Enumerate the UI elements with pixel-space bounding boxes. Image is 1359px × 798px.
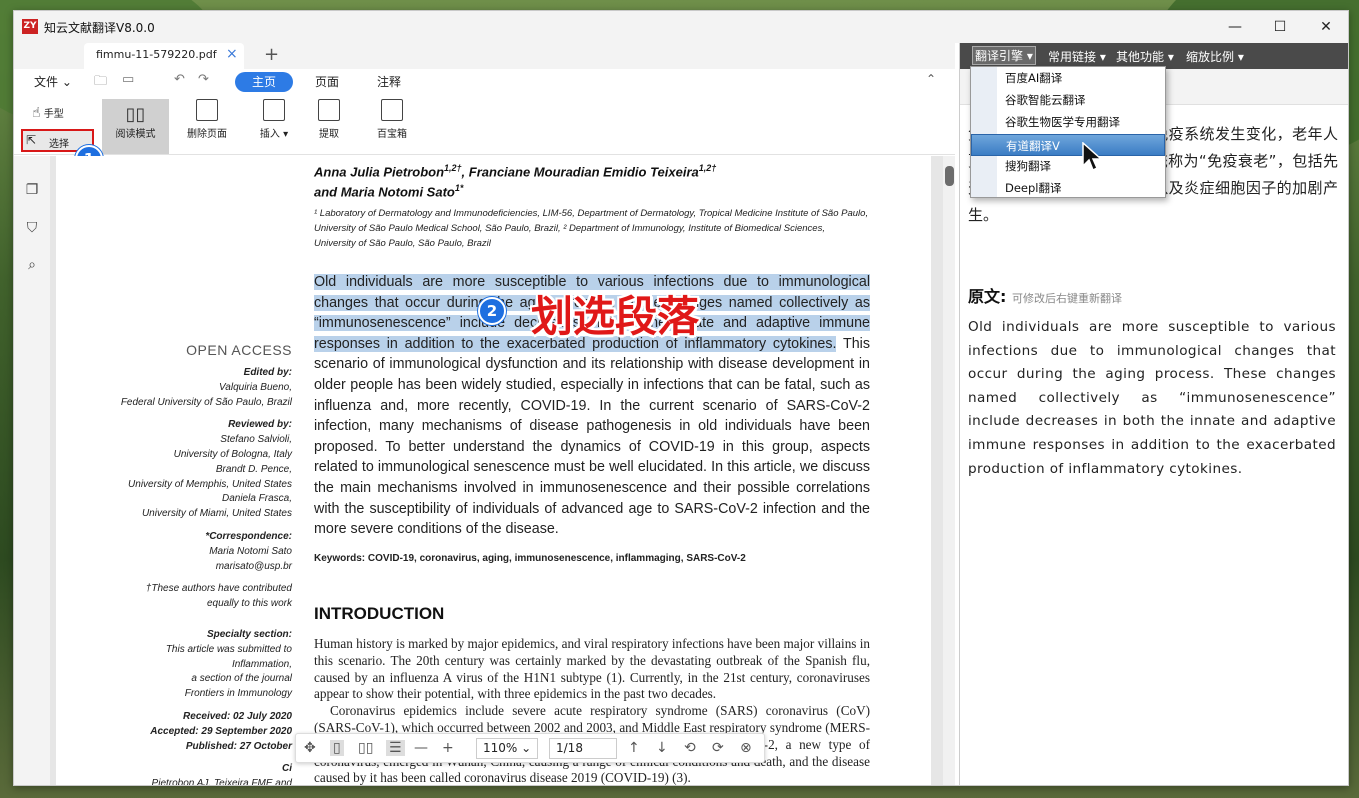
page-navigation-toolbar: ✥ ▯ ▯▯ ☰ — + 110% ⌄ 1/18 ↑ ↓ ⟲ ⟳ ⊗ [295, 733, 765, 763]
extract-icon [318, 99, 340, 121]
extract-button[interactable]: 提取 [314, 99, 344, 140]
authors: Anna Julia Pietrobon1,2†, Franciane Mour… [314, 160, 874, 201]
file-menu[interactable]: 文件 ⌄ [34, 73, 72, 90]
engine-google-cloud[interactable]: 谷歌智能云翻译 [971, 89, 1165, 111]
insert-button[interactable]: 插入 ▾ [254, 99, 294, 140]
hand-tool[interactable]: ☝ 手型 [32, 105, 64, 121]
prev-page-icon[interactable]: ↑ [628, 740, 640, 756]
close-button[interactable]: ✕ [1303, 11, 1349, 43]
minimize-button[interactable]: — [1212, 11, 1258, 43]
other-functions-menu[interactable]: 其他功能 ▾ [1116, 48, 1174, 65]
zoom-in-icon[interactable]: + [442, 740, 454, 756]
new-tab-button[interactable]: + [264, 44, 279, 65]
original-text-editor[interactable]: Old individuals are more susceptible to … [968, 316, 1336, 481]
undo-icon[interactable]: ↶ [174, 72, 185, 87]
tab-close-icon[interactable]: × [226, 46, 238, 62]
close-toolbar-icon[interactable]: ⊗ [740, 740, 752, 756]
save-icon[interactable]: ▭ [122, 72, 134, 87]
engine-google-biomedical[interactable]: 谷歌生物医学专用翻译 [971, 111, 1165, 133]
toolbox-label: 百宝箱 [377, 129, 407, 140]
bookmark-icon[interactable]: ⛉ [23, 220, 41, 238]
zoom-ratio-menu[interactable]: 缩放比例 ▾ [1186, 48, 1244, 65]
tab-home[interactable]: 主页 [235, 72, 293, 92]
rotate-left-icon[interactable]: ⟲ [684, 740, 696, 756]
zoom-value: 110% [483, 741, 517, 755]
delete-page-label: 删除页面 [187, 129, 227, 140]
app-title: 知云文献翻译V8.0.0 [44, 19, 155, 36]
document-view: Anna Julia Pietrobon1,2†, Franciane Mour… [50, 156, 955, 786]
left-sidebar: ❐ ⛉ ⌕ [14, 156, 50, 786]
translation-engine-dropdown: 百度AI翻译 谷歌智能云翻译 谷歌生物医学专用翻译 有道翻译V 搜狗翻译 Dee… [970, 66, 1166, 198]
tab-annotate[interactable]: 注释 [360, 72, 418, 92]
chevron-down-icon: ⌄ [521, 741, 531, 755]
abstract-rest: This scenario of immunological dysfuncti… [314, 336, 870, 537]
insert-page-icon [263, 99, 285, 121]
document-tab-label: fimmu-11-579220.pdf [96, 48, 217, 61]
open-access-label: OPEN ACCESS [56, 342, 292, 358]
intro-heading: INTRODUCTION [314, 604, 444, 624]
step-badge-2: 2 [478, 297, 506, 325]
collapse-ribbon-icon[interactable]: ⌃ [926, 72, 936, 86]
page-number-value: 1/18 [556, 741, 583, 755]
read-mode-label: 阅读模式 [116, 129, 156, 140]
zoom-out-icon[interactable]: — [414, 740, 428, 756]
maximize-button[interactable]: ☐ [1257, 11, 1303, 43]
delete-page-icon [196, 99, 218, 121]
engine-youdao[interactable]: 有道翻译V [971, 134, 1165, 156]
book-icon: ▯▯ [102, 104, 169, 125]
original-text-heading: 原文: 可修改后右键重新翻译 [968, 283, 1122, 307]
mouse-pointer-icon [1082, 142, 1102, 172]
open-folder-icon[interactable]: 🗀 [94, 72, 107, 94]
next-page-icon[interactable]: ↓ [656, 740, 668, 756]
common-links-menu[interactable]: 常用链接 ▾ [1048, 48, 1106, 65]
scrollbar-thumb[interactable] [945, 166, 954, 186]
tab-page[interactable]: 页面 [298, 72, 356, 92]
select-tool-label: 选择 [35, 139, 69, 150]
instruction-overlay: 划选段落 [531, 283, 699, 344]
app-logo: ZY [22, 19, 38, 34]
redo-icon[interactable]: ↷ [198, 72, 209, 87]
extract-label: 提取 [319, 129, 339, 140]
insert-label: 插入 [260, 129, 280, 140]
delete-page-button[interactable]: 删除页面 [184, 99, 230, 140]
engine-sogou[interactable]: 搜狗翻译 [971, 155, 1165, 177]
document-tab-bar: fimmu-11-579220.pdf × + [14, 43, 955, 69]
intro-body: Human history is marked by major epidemi… [314, 636, 870, 786]
pdf-page[interactable]: Anna Julia Pietrobon1,2†, Franciane Mour… [56, 156, 931, 786]
engine-deepl[interactable]: Deepl翻译 [971, 177, 1165, 199]
hand-tool-label: 手型 [44, 109, 64, 120]
original-text-hint: 可修改后右键重新翻译 [1012, 292, 1122, 305]
translation-engine-menu[interactable]: 翻译引擎 ▾ [972, 46, 1036, 65]
page-number-input[interactable]: 1/18 [549, 738, 617, 759]
engine-baidu[interactable]: 百度AI翻译 [971, 67, 1165, 89]
article-metadata: Edited by: Valquiria Bueno, Federal Univ… [56, 366, 292, 786]
rotate-right-icon[interactable]: ⟳ [712, 740, 724, 756]
zoom-select[interactable]: 110% ⌄ [476, 738, 538, 759]
title-bar: ZY 知云文献翻译V8.0.0 — ☐ ✕ [14, 11, 1348, 43]
intro-paragraph-1: Human history is marked by major epidemi… [314, 636, 870, 703]
continuous-icon[interactable]: ☰ [386, 740, 405, 756]
toolbox-icon [381, 99, 403, 121]
two-page-icon[interactable]: ▯▯ [358, 740, 373, 756]
pan-icon[interactable]: ✥ [304, 740, 316, 756]
ribbon: 文件 ⌄ 🗀 ▭ ↶ ↷ 主页 页面 注释 ⌃ ☝ 手型 ⇱ 选择 ▯▯ 阅读模… [14, 69, 955, 155]
single-page-icon[interactable]: ▯ [330, 740, 344, 756]
read-mode-button[interactable]: ▯▯ 阅读模式 [102, 99, 169, 154]
keywords: Keywords: COVID-19, coronavirus, aging, … [314, 553, 746, 564]
search-icon[interactable]: ⌕ [23, 257, 41, 275]
thumbnails-icon[interactable]: ❐ [23, 182, 41, 200]
hand-icon: ☝ [32, 105, 41, 121]
cursor-arrow-icon: ⇱ [26, 133, 36, 147]
document-tab[interactable]: fimmu-11-579220.pdf × [84, 43, 244, 69]
vertical-scrollbar[interactable] [943, 156, 955, 786]
toolbox-button[interactable]: 百宝箱 [374, 99, 410, 140]
affiliations: ¹ Laboratory of Dermatology and Immunode… [314, 206, 869, 251]
